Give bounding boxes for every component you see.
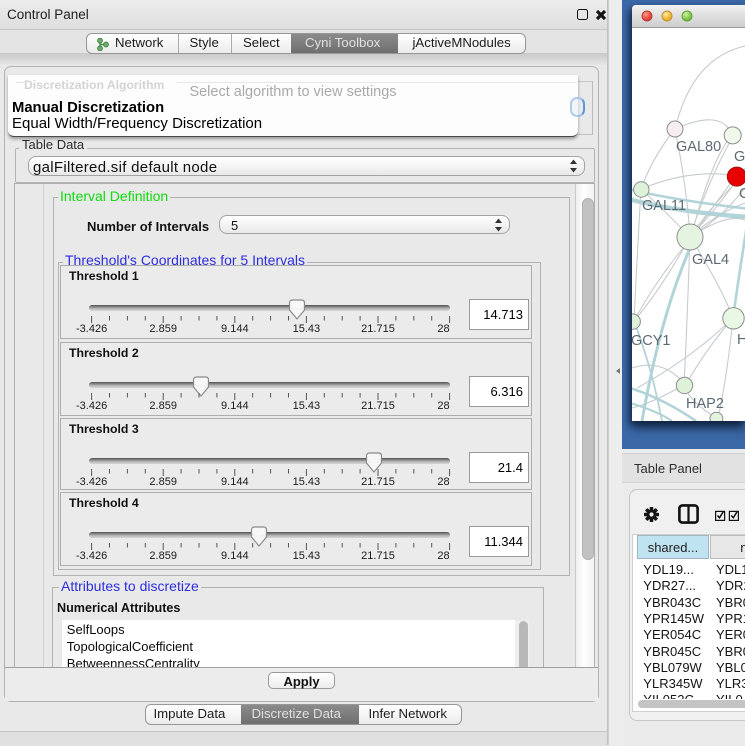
svg-text:GA: GA: [734, 149, 745, 165]
svg-text:H: H: [737, 332, 745, 348]
svg-text:C: C: [739, 186, 745, 202]
svg-text:HAP2: HAP2: [686, 396, 724, 412]
svg-text:GAL11: GAL11: [642, 198, 686, 214]
svg-text:GAL4: GAL4: [692, 252, 729, 268]
svg-text:GAL80: GAL80: [676, 139, 721, 155]
svg-text:GCY1: GCY1: [632, 333, 671, 349]
